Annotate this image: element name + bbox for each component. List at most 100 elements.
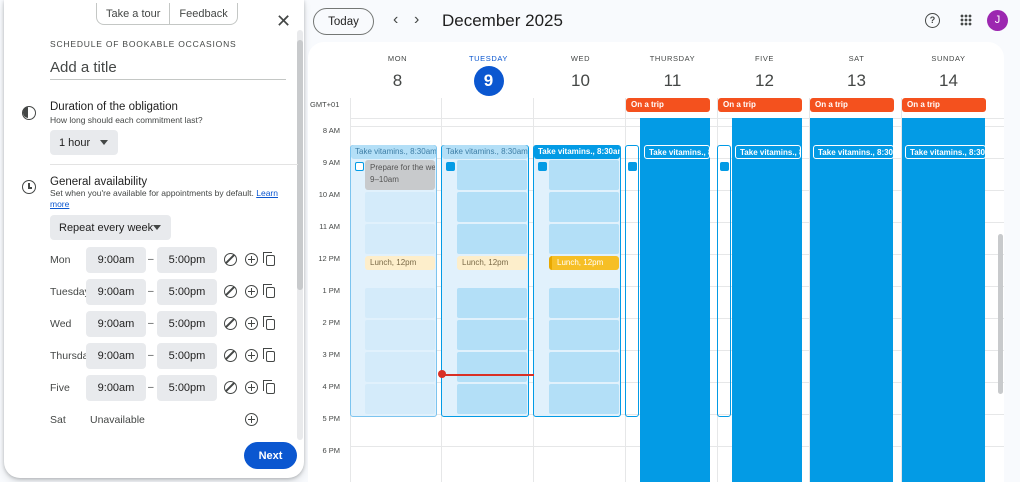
trip-block[interactable]	[640, 118, 710, 482]
unavailable-text: Unavailable	[90, 414, 145, 426]
copy-times-icon[interactable]	[263, 316, 275, 330]
end-time-select[interactable]: 5:00pm	[157, 279, 217, 305]
calendar-scrollbar[interactable]	[998, 234, 1003, 394]
day-of-week: SAT	[848, 54, 865, 63]
end-time-select[interactable]: 5:00pm	[157, 375, 217, 401]
apps-grid-icon[interactable]	[960, 14, 972, 26]
divider	[50, 164, 298, 165]
vitamins-event[interactable]: Take vitamins., 8:30am	[905, 145, 986, 159]
appointment-slot[interactable]	[549, 384, 619, 414]
copy-times-icon[interactable]	[263, 252, 275, 266]
hour-label: 5 PM	[322, 414, 340, 423]
end-time-select[interactable]: 5:00pm	[157, 343, 217, 369]
next-week-icon[interactable]: ›	[414, 12, 419, 28]
appointment-slot[interactable]	[365, 352, 435, 382]
appointment-slot[interactable]	[549, 224, 619, 254]
add-time-icon[interactable]	[245, 413, 258, 426]
appointment-slot[interactable]	[457, 384, 527, 414]
appointment-slot[interactable]	[365, 320, 435, 350]
trip-block[interactable]	[732, 118, 802, 482]
add-time-icon[interactable]	[245, 349, 258, 362]
take-tour-button[interactable]: Take a tour	[97, 3, 169, 24]
appointment-slot[interactable]	[549, 288, 619, 318]
day-number[interactable]: 8	[383, 66, 413, 96]
vitamins-event[interactable]: Take vitamins., 8:30am	[534, 145, 620, 159]
appointment-slot[interactable]	[457, 288, 527, 318]
copy-times-icon[interactable]	[263, 380, 275, 394]
help-icon[interactable]: ?	[925, 13, 940, 28]
trip-block[interactable]	[810, 118, 893, 482]
trip-block[interactable]	[902, 118, 985, 482]
day-number[interactable]: 10	[566, 66, 596, 96]
lunch-event[interactable]: Lunch, 12pm	[457, 256, 527, 270]
day-number[interactable]: 11	[658, 66, 688, 96]
mark-unavailable-icon[interactable]	[224, 349, 237, 362]
end-time-select[interactable]: 5:00pm	[157, 311, 217, 337]
copy-times-icon[interactable]	[263, 284, 275, 298]
trip-event[interactable]: On a trip	[902, 98, 986, 112]
vitamins-event[interactable]: Take vitamins., 8:30am	[644, 145, 710, 159]
lunch-event[interactable]: Lunch, 12pm	[549, 256, 619, 270]
prepare-week-event[interactable]: Prepare for the week 9–10am	[365, 160, 435, 190]
panel-scrollbar[interactable]	[297, 30, 303, 440]
appointment-slot[interactable]	[365, 288, 435, 318]
mark-unavailable-icon[interactable]	[224, 381, 237, 394]
panel-scrollbar-thumb[interactable]	[297, 40, 303, 290]
vitamins-event[interactable]: Take vitamins., 8:30am	[442, 145, 528, 159]
booking-availability-block[interactable]	[717, 145, 731, 417]
copy-times-icon[interactable]	[263, 348, 275, 362]
event-title: Prepare for the week	[370, 163, 435, 172]
appointment-slot[interactable]	[365, 192, 435, 222]
avatar[interactable]: J	[987, 10, 1008, 31]
start-time-select[interactable]: 9:00am	[86, 247, 146, 273]
appointment-slot[interactable]	[457, 160, 527, 190]
day-number[interactable]: 14	[934, 66, 964, 96]
add-time-icon[interactable]	[245, 317, 258, 330]
close-icon[interactable]: ✕	[276, 12, 291, 30]
add-time-icon[interactable]	[245, 381, 258, 394]
start-time-select[interactable]: 9:00am	[86, 311, 146, 337]
end-time-select[interactable]: 5:00pm	[157, 247, 217, 273]
appointment-slot[interactable]	[549, 160, 619, 190]
mark-unavailable-icon[interactable]	[224, 285, 237, 298]
start-time-select[interactable]: 9:00am	[86, 375, 146, 401]
trip-event[interactable]: On a trip	[626, 98, 710, 112]
booking-page-icon	[628, 162, 637, 171]
time-separator: –	[148, 286, 154, 297]
lunch-event[interactable]: Lunch, 12pm	[365, 256, 435, 270]
appointment-slot[interactable]	[549, 320, 619, 350]
appointment-slot[interactable]	[457, 192, 527, 222]
appointment-slot[interactable]	[457, 352, 527, 382]
previous-week-icon[interactable]: ‹	[393, 12, 398, 28]
vitamins-event[interactable]: Take vitamins., 8:30am	[735, 145, 801, 159]
vitamins-event[interactable]: Take vitamins., 8:30am	[813, 145, 894, 159]
title-input[interactable]	[50, 56, 286, 80]
availability-subtitle: Set when you're available for appointmen…	[50, 188, 290, 210]
day-number[interactable]: 12	[750, 66, 780, 96]
day-number[interactable]: 9	[473, 66, 504, 96]
today-button[interactable]: Today	[313, 8, 374, 35]
appointment-slot[interactable]	[365, 224, 435, 254]
appointment-slot[interactable]	[549, 352, 619, 382]
day-label: Sat	[50, 414, 66, 426]
repeat-select[interactable]: Repeat every week	[50, 215, 171, 240]
next-button[interactable]: Next	[244, 442, 297, 469]
mark-unavailable-icon[interactable]	[224, 253, 237, 266]
duration-select[interactable]: 1 hour	[50, 130, 118, 155]
day-header: MON 8	[352, 42, 443, 96]
appointment-slot[interactable]	[457, 320, 527, 350]
mark-unavailable-icon[interactable]	[224, 317, 237, 330]
day-number[interactable]: 13	[842, 66, 872, 96]
trip-event[interactable]: On a trip	[810, 98, 894, 112]
appointment-slot[interactable]	[365, 384, 435, 414]
start-time-select[interactable]: 9:00am	[86, 343, 146, 369]
feedback-button[interactable]: Feedback	[169, 3, 236, 24]
trip-event[interactable]: On a trip	[718, 98, 802, 112]
start-time-select[interactable]: 9:00am	[86, 279, 146, 305]
appointment-slot[interactable]	[457, 224, 527, 254]
appointment-slot[interactable]	[549, 192, 619, 222]
booking-availability-block[interactable]	[625, 145, 639, 417]
add-time-icon[interactable]	[245, 253, 258, 266]
add-time-icon[interactable]	[245, 285, 258, 298]
vitamins-event[interactable]: Take vitamins., 8:30am	[351, 145, 436, 159]
